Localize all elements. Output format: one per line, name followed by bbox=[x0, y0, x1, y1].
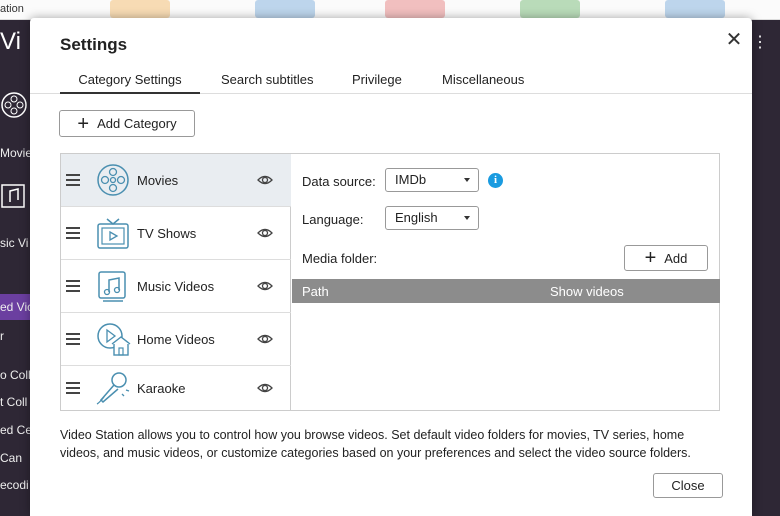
chevron-down-icon bbox=[464, 178, 470, 182]
drag-handle-icon[interactable] bbox=[66, 280, 80, 292]
background-sidebar-item: Can bbox=[0, 451, 23, 465]
drag-handle-icon[interactable] bbox=[66, 227, 80, 239]
language-value: English bbox=[395, 210, 438, 225]
eye-icon[interactable] bbox=[257, 172, 273, 188]
drag-handle-icon[interactable] bbox=[66, 174, 80, 186]
add-category-button[interactable]: + Add Category bbox=[59, 110, 195, 137]
background-sidebar-item: sic Vi bbox=[0, 236, 29, 250]
background-sidebar-item: ed Ce bbox=[0, 423, 30, 437]
data-source-value: IMDb bbox=[395, 172, 427, 187]
settings-dialog: Settings ✕ Category Settings Search subt… bbox=[30, 18, 752, 516]
category-item-tv-shows[interactable]: TV Shows bbox=[61, 207, 291, 260]
eye-icon[interactable] bbox=[257, 380, 273, 396]
background-topbar: ation bbox=[0, 0, 780, 20]
background-thumbnail bbox=[665, 0, 725, 18]
drag-handle-icon[interactable] bbox=[66, 382, 80, 394]
category-item-music-videos[interactable]: Music Videos bbox=[61, 260, 291, 313]
background-sidebar-item: Movie bbox=[0, 146, 30, 160]
eye-icon[interactable] bbox=[257, 278, 273, 294]
background-sidebar-item: t Coll bbox=[0, 395, 28, 409]
music-video-icon bbox=[98, 271, 126, 302]
background-thumbnail bbox=[385, 0, 445, 18]
column-header-path[interactable]: Path bbox=[302, 284, 329, 299]
background-film-icon bbox=[0, 90, 30, 123]
close-button[interactable]: Close bbox=[653, 473, 723, 498]
category-detail: Data source: IMDb i Language: English Me… bbox=[292, 154, 720, 410]
media-folder-label: Media folder: bbox=[302, 251, 378, 266]
tv-icon bbox=[97, 218, 129, 249]
home-video-icon bbox=[97, 323, 131, 356]
category-panel: Movies TV Shows Music Videos Home Videos… bbox=[60, 153, 720, 411]
background-sidebar-item: ecodi bbox=[0, 478, 29, 492]
more-options-icon: ⋮ bbox=[752, 34, 768, 51]
background-thumbnail bbox=[110, 0, 170, 18]
tab-privilege[interactable]: Privilege bbox=[352, 72, 402, 94]
description-text: Video Station allows you to control how … bbox=[60, 428, 691, 460]
background-sidebar-item: o Coll bbox=[0, 368, 30, 382]
background-app-name: Vi bbox=[0, 28, 21, 55]
tab-search-subtitles[interactable]: Search subtitles bbox=[221, 72, 314, 94]
dialog-title: Settings bbox=[60, 35, 128, 54]
tab-miscellaneous[interactable]: Miscellaneous bbox=[442, 72, 524, 94]
category-label: Movies bbox=[137, 172, 179, 188]
eye-icon[interactable] bbox=[257, 225, 273, 241]
category-item-movies[interactable]: Movies bbox=[61, 154, 291, 207]
tab-bar: Category Settings Search subtitles Privi… bbox=[30, 70, 752, 94]
add-category-label: Add Category bbox=[97, 116, 177, 131]
film-reel-icon bbox=[97, 164, 129, 196]
background-music-icon bbox=[0, 182, 28, 215]
background-thumbnail bbox=[520, 0, 580, 18]
category-label: TV Shows bbox=[137, 225, 197, 241]
close-icon[interactable]: ✕ bbox=[722, 28, 746, 52]
category-item-home-videos[interactable]: Home Videos bbox=[61, 313, 291, 366]
language-select[interactable]: English bbox=[385, 206, 479, 230]
background-right-panel: ⋮ bbox=[752, 20, 780, 516]
folder-table-header: Path Show videos bbox=[292, 279, 720, 303]
background-app-title: ation bbox=[0, 3, 24, 15]
microphone-icon bbox=[96, 372, 130, 405]
category-label: Home Videos bbox=[137, 331, 215, 347]
info-icon[interactable]: i bbox=[488, 173, 503, 188]
tab-category-settings[interactable]: Category Settings bbox=[60, 72, 200, 94]
category-label: Karaoke bbox=[137, 380, 186, 396]
data-source-select[interactable]: IMDb bbox=[385, 168, 479, 192]
background-thumbnail bbox=[255, 0, 315, 18]
chevron-down-icon bbox=[464, 216, 470, 220]
category-item-karaoke[interactable]: Karaoke bbox=[61, 366, 291, 410]
background-sidebar-item-active: ed Vic bbox=[0, 294, 30, 320]
plus-icon: + bbox=[644, 247, 657, 269]
add-folder-button[interactable]: + Add bbox=[624, 245, 708, 271]
language-label: Language: bbox=[302, 212, 364, 227]
column-header-show-videos[interactable]: Show videos bbox=[550, 284, 624, 299]
background-sidebar: Vi Movie sic Vi ed Vic r o Coll t Coll e… bbox=[0, 20, 30, 516]
eye-icon[interactable] bbox=[257, 331, 273, 347]
category-list: Movies TV Shows Music Videos Home Videos… bbox=[61, 154, 291, 410]
data-source-label: Data source: bbox=[302, 174, 376, 189]
add-folder-label: Add bbox=[664, 250, 688, 266]
plus-icon: + bbox=[77, 112, 90, 135]
drag-handle-icon[interactable] bbox=[66, 333, 80, 345]
category-label: Music Videos bbox=[137, 278, 215, 294]
background-sidebar-item: r bbox=[0, 329, 4, 343]
